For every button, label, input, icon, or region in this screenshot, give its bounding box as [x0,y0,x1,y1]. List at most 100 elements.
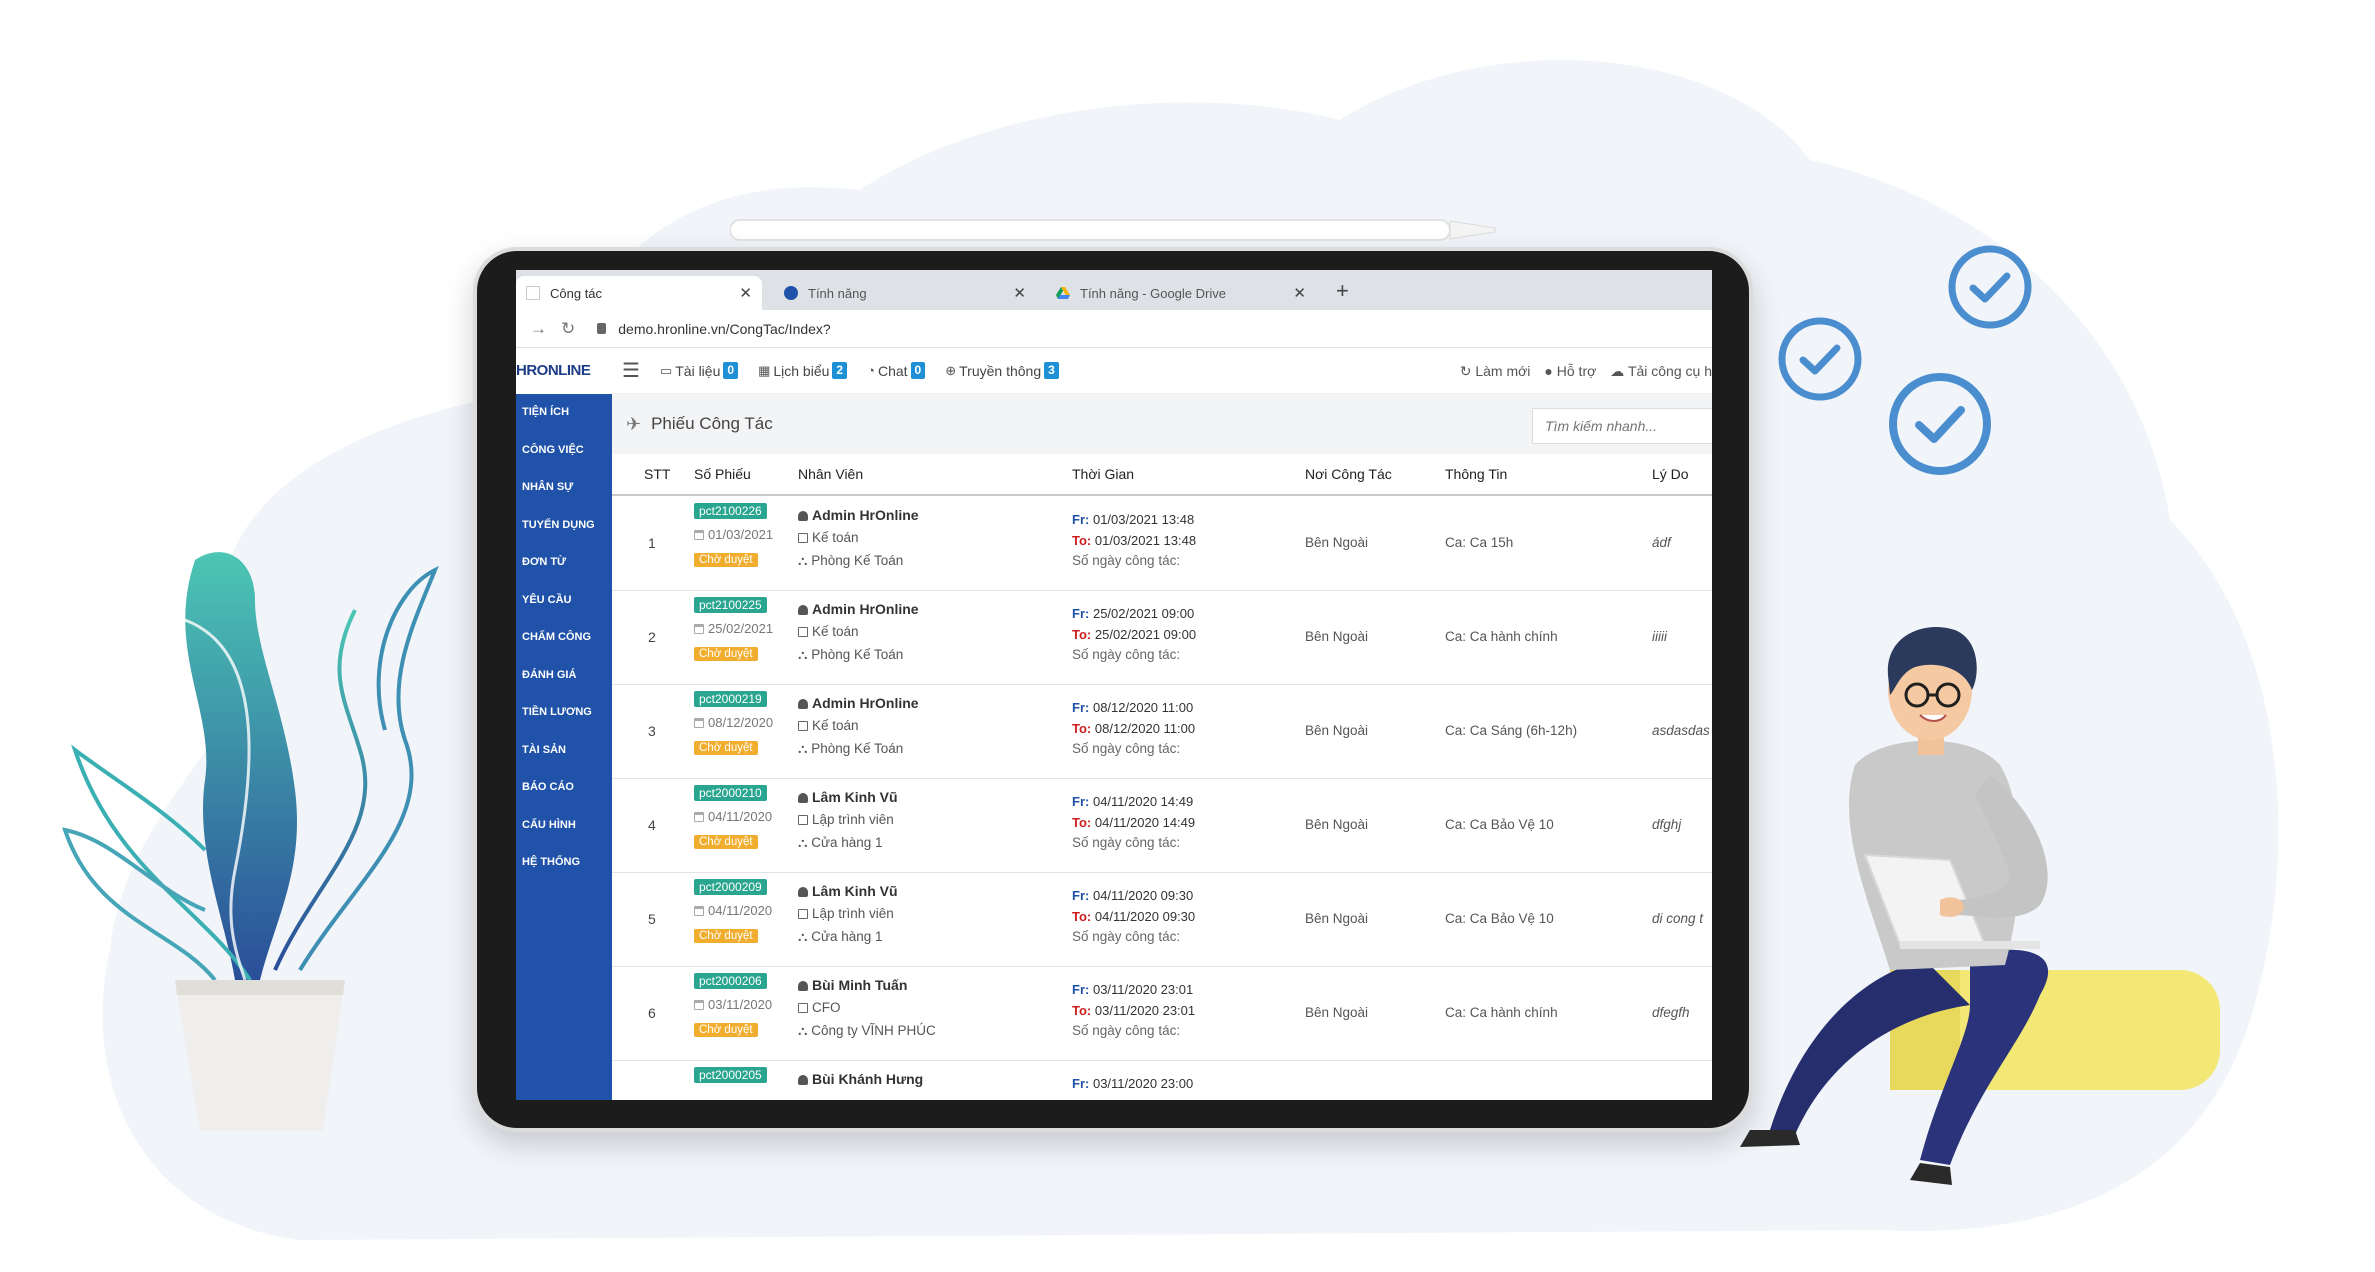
sidebar-item-danh-gia[interactable]: Đánh giá [516,657,612,695]
url-text: demo.hronline.vn/CongTac/Index? [618,320,831,337]
browser-tab-active[interactable]: Công tác ✕ [516,276,762,310]
employee-department: ⛬ Phòng Kế Toán [798,553,903,569]
sidebar-item-cham-cong[interactable]: Chấm công [516,619,612,657]
calendar-icon [694,812,704,822]
sidebar-item-yeu-cau[interactable]: Yêu cầu [516,582,612,620]
from-label: Fr: [1072,888,1090,903]
new-tab-icon[interactable]: + [1336,278,1349,304]
download-label: Tải công cụ h [1627,362,1712,379]
voucher-date: 25/02/2021 [694,621,773,636]
time-to: To: 08/12/2020 11:00 [1072,721,1195,736]
header-ly-do[interactable]: Lý Do [1652,466,1689,482]
to-label: To: [1072,533,1092,548]
status-badge: Chờ duyệt [694,647,758,661]
trip-info: Ca: Ca hành chính [1445,629,1558,644]
to-label: To: [1072,1003,1092,1018]
count-badge: 2 [832,362,848,379]
check-circle-icon [1778,317,1862,401]
quick-search-input[interactable] [1532,408,1712,444]
from-value: 01/03/2021 13:48 [1092,512,1195,527]
date-text: 01/03/2021 [708,527,774,542]
header-thoi-gian[interactable]: Thời Gian [1072,466,1134,482]
header-so-phieu[interactable]: Số Phiếu [694,466,751,482]
header-stt[interactable]: STT [644,466,670,482]
close-tab-icon[interactable]: ✕ [739,284,752,302]
globe-icon: ⊕ [945,362,957,378]
menu-chat[interactable]: ◔ Chat 0 [867,362,926,379]
info-icon: ● [1544,363,1557,379]
refresh-button[interactable]: ↻ Làm mới [1460,363,1531,380]
sidebar-item-cong-viec[interactable]: Công việc [516,432,612,470]
hamburger-menu-icon[interactable]: ☰ [622,358,640,383]
voucher-code-badge[interactable]: pct2000210 [694,785,767,801]
sidebar-item-tai-san[interactable]: Tài sản [516,732,612,770]
sidebar-item-don-tu[interactable]: Đơn từ [516,544,612,582]
voucher-code-badge[interactable]: pct2000206 [694,973,767,989]
browser-tab[interactable]: Tính năng ✕ [774,276,1036,310]
address-bar: → ↻ demo.hronline.vn/CongTac/Index? [516,310,1712,348]
sidebar-item-tien-ich[interactable]: Tiện ích [516,394,612,432]
row-number: 3 [648,723,656,739]
from-value: 04/11/2020 09:30 [1092,888,1194,903]
sidebar-item-he-thong[interactable]: Hệ thống [516,844,612,882]
name-text: Admin HrOnline [812,507,919,523]
url-field[interactable]: demo.hronline.vn/CongTac/Index? [597,320,831,337]
menu-documents[interactable]: ▭ Tài liệu 0 [660,362,739,379]
sidebar-item-nhan-su[interactable]: Nhân sự [516,469,612,507]
sidebar-item-tuyen-dung[interactable]: Tuyển dụng [516,507,612,545]
sidebar-item-bao-cao[interactable]: Báo cáo [516,769,612,807]
date-text: 03/11/2020 [708,997,773,1012]
menu-calendar[interactable]: ▦ Lịch biểu 2 [758,362,848,379]
voucher-code-badge[interactable]: pct2100226 [694,503,767,519]
time-from: Fr: 25/02/2021 09:00 [1072,606,1194,621]
header-thong-tin[interactable]: Thông Tin [1445,466,1507,482]
employee-name: Admin HrOnline [798,695,919,711]
name-text: Lâm Kinh Vũ [812,789,898,805]
table-row[interactable]: 6 pct2000206 03/11/2020 Chờ duyệt Bùi Mi… [612,967,1712,1061]
forward-icon[interactable]: → [530,319,547,339]
id-card-icon [798,1003,808,1013]
help-button[interactable]: ● Hỗ trợ [1544,363,1596,379]
close-tab-icon[interactable]: ✕ [1013,284,1026,302]
employee-name: Bùi Khánh Hưng [798,1071,923,1087]
id-card-icon [798,815,808,825]
to-value: 01/03/2021 13:48 [1094,533,1197,548]
table-row[interactable]: pct2000205 Bùi Khánh Hưng Fr: 03/11/2020… [612,1061,1712,1100]
role-text: CFO [812,1000,841,1015]
trip-reason: iiiii [1652,629,1667,644]
trip-place: Bên Ngoài [1305,817,1369,832]
from-label: Fr: [1072,794,1090,809]
voucher-code-badge[interactable]: pct2000219 [694,691,767,707]
download-tools-button[interactable]: ☁ Tải công cụ h [1610,363,1712,380]
reload-icon[interactable]: ↻ [561,319,575,339]
app-logo[interactable]: HRONLINE [516,347,612,394]
employee-role: Kế toán [798,530,859,545]
time-from: Fr: 01/03/2021 13:48 [1072,512,1194,527]
header-nhan-vien[interactable]: Nhân Viên [798,466,863,482]
calendar-icon [694,906,704,916]
voucher-code-badge[interactable]: pct2100225 [694,597,767,613]
status-badge: Chờ duyệt [694,1023,758,1037]
browser-tab[interactable]: Tính năng - Google Drive ✕ [1046,276,1316,310]
from-label: Fr: [1072,700,1090,715]
table-row[interactable]: 2 pct2100225 25/02/2021 Chờ duyệt Admin … [612,591,1712,685]
voucher-date: 03/11/2020 [694,997,772,1012]
role-text: Kế toán [812,624,859,639]
sidebar-item-tien-luong[interactable]: Tiền lương [516,694,612,732]
sidebar-item-cau-hinh[interactable]: Cấu hình [516,807,612,845]
page-title: ✈ Phiếu Công Tác [626,414,773,435]
voucher-code-badge[interactable]: pct2000205 [694,1067,767,1083]
menu-media[interactable]: ⊕ Truyền thông 3 [945,362,1059,379]
id-card-icon [798,533,808,543]
close-tab-icon[interactable]: ✕ [1293,284,1306,302]
to-label: To: [1072,627,1092,642]
voucher-code-badge[interactable]: pct2000209 [694,879,767,895]
employee-department: ⛬ Phòng Kế Toán [798,647,903,663]
table-row[interactable]: 1 pct2100226 01/03/2021 Chờ duyệt Admin … [612,497,1712,591]
calendar-icon [694,1000,704,1010]
table-row[interactable]: 5 pct2000209 04/11/2020 Chờ duyệt Lâm Ki… [612,873,1712,967]
table-row[interactable]: 3 pct2000219 08/12/2020 Chờ duyệt Admin … [612,685,1712,779]
table-row[interactable]: 4 pct2000210 04/11/2020 Chờ duyệt Lâm Ki… [612,779,1712,873]
time-from: Fr: 03/11/2020 23:01 [1072,982,1193,997]
header-noi-cong-tac[interactable]: Nơi Công Tác [1305,466,1392,482]
